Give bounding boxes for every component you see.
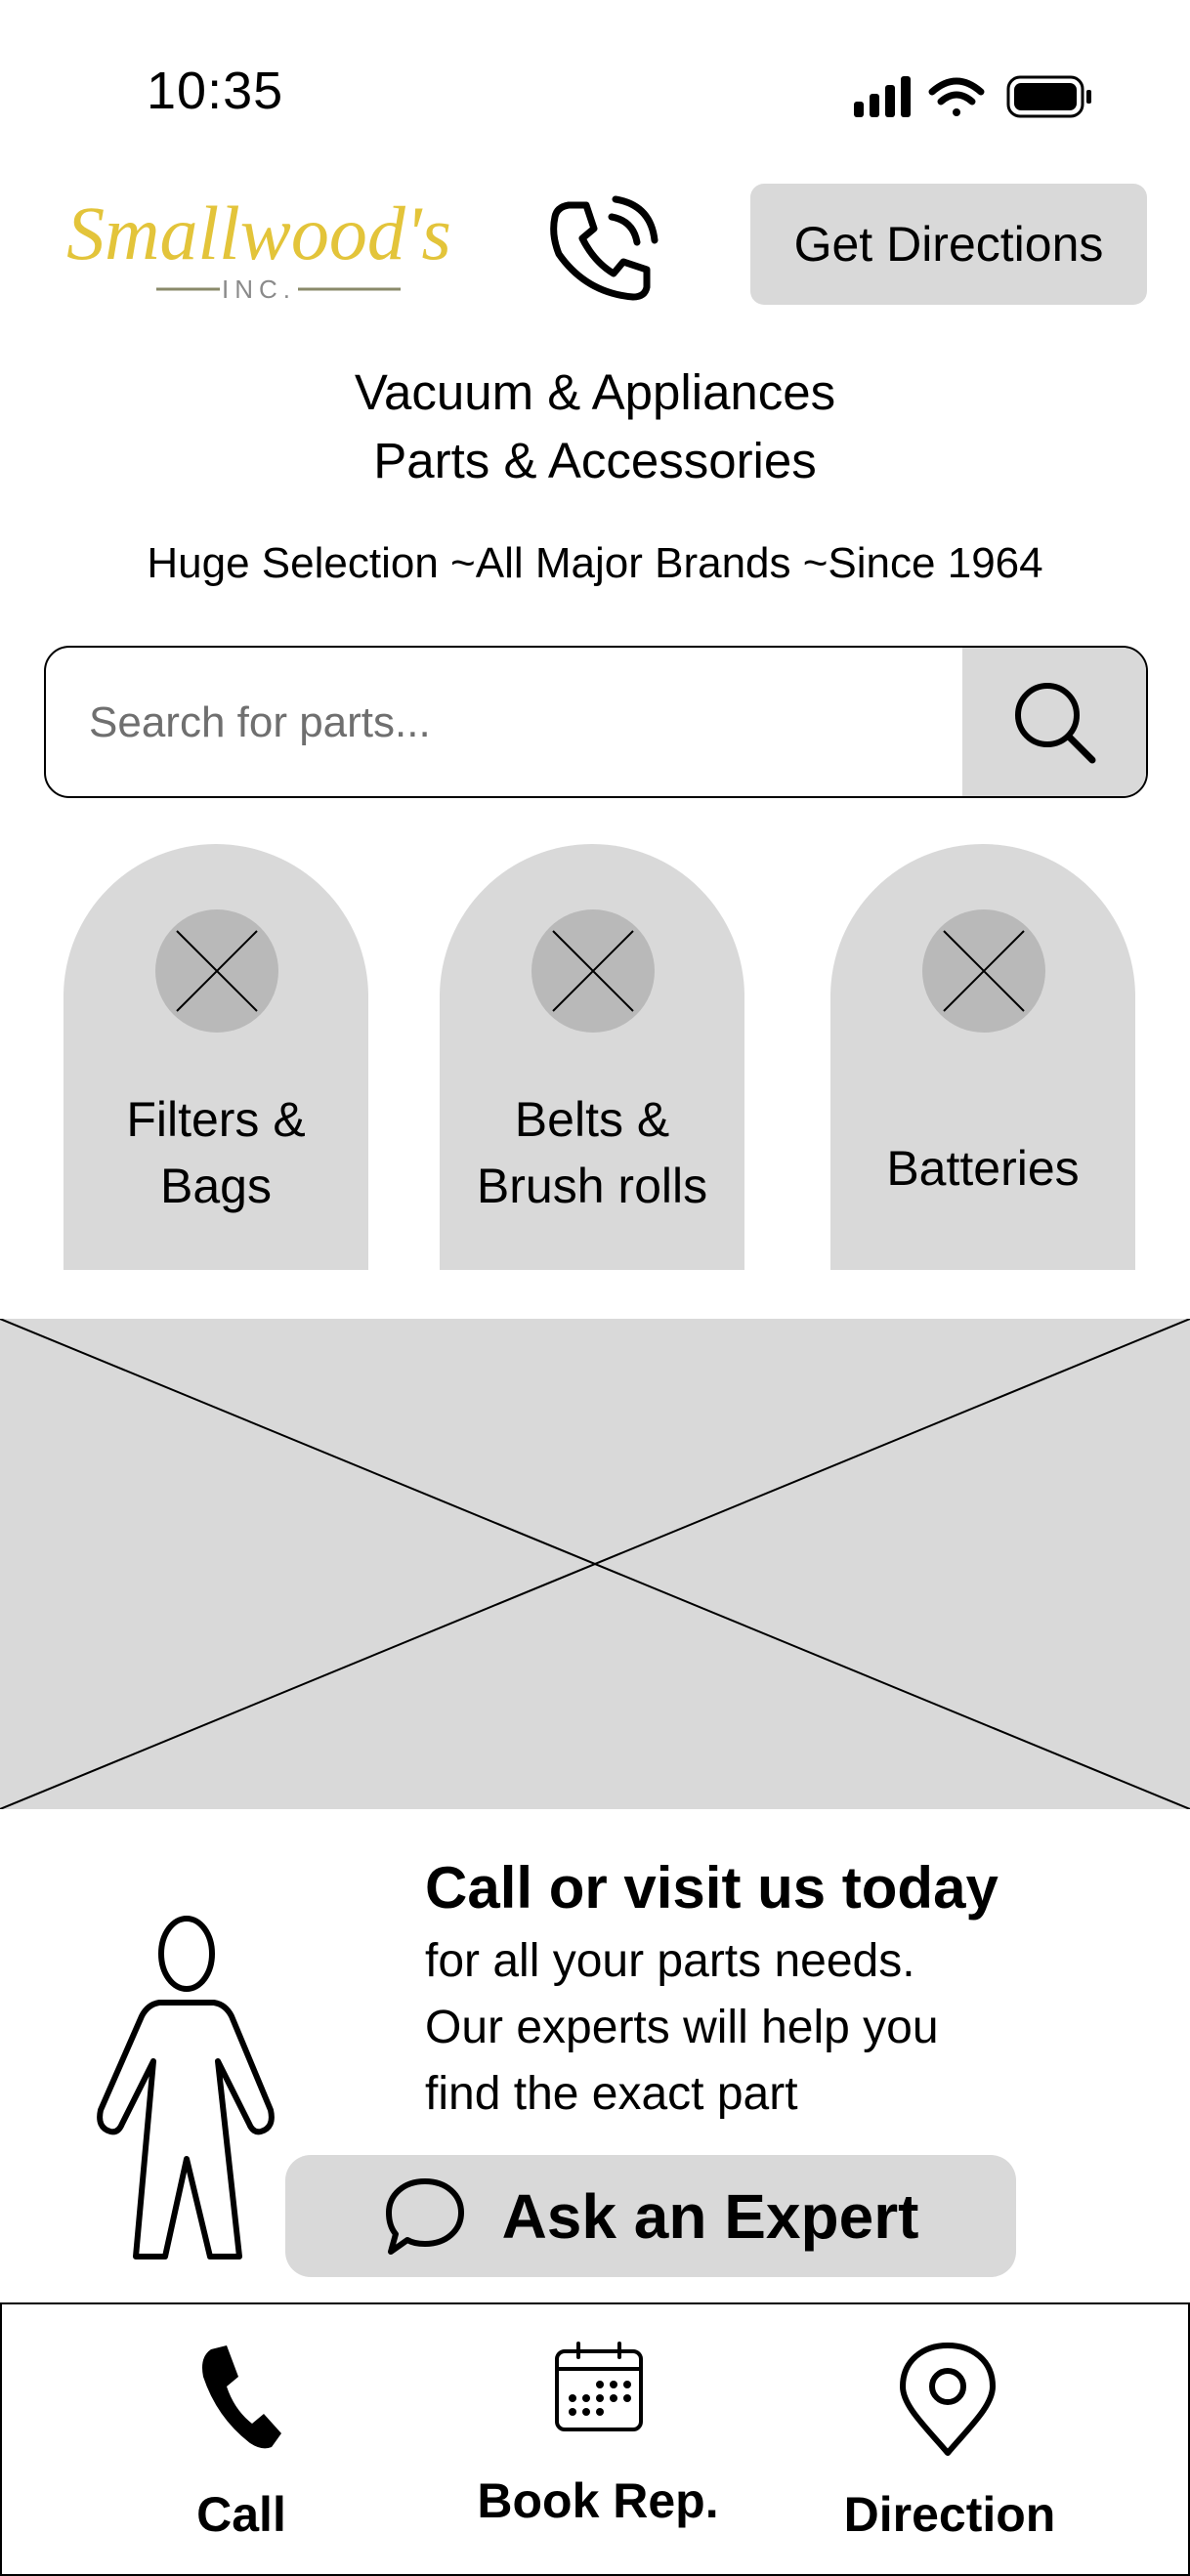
nav-book-rep[interactable]: Book Rep. — [451, 2304, 744, 2574]
image-placeholder-icon — [922, 909, 1045, 1033]
nav-call-label: Call — [196, 2487, 286, 2542]
company-logo[interactable]: Smallwood's INC. — [59, 190, 459, 317]
promo-banner-image[interactable] — [0, 1319, 1190, 1809]
phone-icon — [202, 2345, 281, 2449]
tagline-vacuum-appliances: Vacuum & Appliances — [354, 364, 836, 420]
svg-text:Smallwood's: Smallwood's — [66, 190, 451, 275]
calendar-icon — [555, 2342, 643, 2431]
get-directions-button[interactable]: Get Directions — [750, 184, 1147, 305]
status-time: 10:35 — [147, 62, 284, 120]
person-icon — [97, 1916, 275, 2259]
category-label: Brush rolls — [476, 1159, 708, 1213]
chat-bubble-icon — [385, 2177, 464, 2255]
tagline-parts-accessories: Parts & Accessories — [373, 433, 817, 488]
map-pin-icon — [900, 2343, 996, 2456]
svg-text:INC.: INC. — [222, 274, 296, 304]
search-icon — [1015, 683, 1096, 764]
nav-direction[interactable]: Direction — [813, 2304, 1086, 2574]
battery-icon — [1006, 75, 1091, 118]
category-label: Filters & — [126, 1092, 306, 1147]
cta-text: Our experts will help you — [425, 2002, 939, 2053]
category-filters-bags[interactable]: Filters & Bags — [64, 844, 368, 1270]
category-label: Belts & — [514, 1092, 670, 1147]
image-placeholder-icon — [155, 909, 278, 1033]
ask-expert-label: Ask an Expert — [501, 2180, 919, 2252]
search-bar — [44, 646, 1148, 798]
category-belts-brush-rolls[interactable]: Belts & Brush rolls — [440, 844, 744, 1270]
image-placeholder-icon — [531, 909, 655, 1033]
nav-call[interactable]: Call — [149, 2304, 334, 2574]
cta-heading: Call or visit us today — [425, 1855, 999, 1921]
wifi-icon — [928, 77, 985, 116]
phone-ringing-icon[interactable] — [547, 195, 659, 303]
tagline-huge-selection: Huge Selection ~All Major Brands ~Since … — [147, 539, 1043, 587]
nav-book-rep-label: Book Rep. — [477, 2473, 719, 2528]
bottom-nav: Call Book Rep. Direction — [0, 2302, 1190, 2576]
search-button[interactable] — [962, 648, 1146, 796]
category-label: Bags — [160, 1159, 272, 1213]
cta-text: find the exact part — [425, 2068, 798, 2120]
ask-expert-button[interactable]: Ask an Expert — [285, 2155, 1016, 2277]
category-batteries[interactable]: Batteries — [830, 844, 1135, 1270]
signal-icon — [854, 76, 911, 117]
category-label: Batteries — [886, 1141, 1080, 1196]
nav-direction-label: Direction — [843, 2487, 1056, 2542]
cta-text: for all your parts needs. — [425, 1935, 915, 1987]
status-icons — [854, 75, 1091, 118]
search-input[interactable] — [87, 648, 951, 796]
